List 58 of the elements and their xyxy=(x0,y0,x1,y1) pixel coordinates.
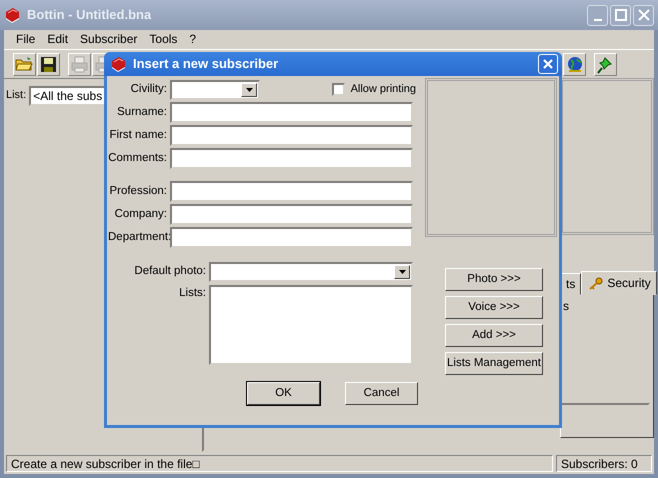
toolbar-button[interactable] xyxy=(563,52,586,76)
minimize-icon xyxy=(594,18,602,20)
dialog-button[interactable]: Photo >>> xyxy=(445,268,543,291)
text-field[interactable] xyxy=(170,102,413,123)
book-icon xyxy=(4,6,21,24)
text-field[interactable] xyxy=(170,227,413,248)
pushpin-icon xyxy=(596,54,615,74)
field-label: Civility: xyxy=(130,82,168,96)
field-label: List: xyxy=(6,89,26,103)
maximize-icon xyxy=(612,7,628,23)
field-label: Lists: xyxy=(178,286,207,301)
dialog-button[interactable]: Add >>> xyxy=(445,324,543,347)
menu-item[interactable]: Edit xyxy=(41,32,74,47)
ok-button[interactable]: OK xyxy=(247,382,320,405)
menu-item[interactable]: Tools xyxy=(143,32,184,47)
text-field[interactable] xyxy=(170,204,413,225)
caret-icon xyxy=(246,88,252,92)
menu-item[interactable]: Subscriber xyxy=(74,32,144,47)
panel-text: s xyxy=(563,299,569,314)
close-button[interactable] xyxy=(633,4,654,26)
book-icon xyxy=(110,55,127,73)
dialog-title: Insert a new subscriber xyxy=(133,56,280,72)
dialog-button[interactable]: Voice >>> xyxy=(445,296,543,319)
subscriber-count: Subscribers: 0 xyxy=(556,455,652,472)
field-label: Department: xyxy=(108,230,170,244)
tab[interactable]: Security xyxy=(581,271,657,296)
close-icon xyxy=(636,7,652,23)
globe-icon xyxy=(565,54,584,74)
civility-dropdown[interactable] xyxy=(170,80,260,100)
toolbar-button[interactable] xyxy=(37,52,60,76)
key-icon xyxy=(587,276,604,290)
status-message: Create a new subscriber in the file□ xyxy=(6,455,553,472)
close-icon xyxy=(542,58,554,70)
field-label: Surname: xyxy=(116,106,168,120)
lists-box[interactable] xyxy=(209,285,413,365)
dialog-button[interactable]: Lists Management xyxy=(445,352,543,375)
toolbar-button[interactable] xyxy=(594,52,617,76)
window-title: Bottin - Untitled.bna xyxy=(27,7,152,23)
folder-icon xyxy=(15,54,34,74)
caret-icon xyxy=(398,270,406,274)
maximize-button[interactable] xyxy=(610,4,631,26)
minimize-button[interactable] xyxy=(587,4,608,26)
field-label: Company: xyxy=(114,208,168,222)
text-field[interactable] xyxy=(170,148,413,169)
checkbox-label: Allow printing xyxy=(350,82,416,96)
printer-icon xyxy=(70,54,89,74)
default-photo-dropdown[interactable] xyxy=(209,262,413,282)
menu-item[interactable]: File xyxy=(10,32,42,47)
allow-printing-checkbox[interactable] xyxy=(332,83,345,96)
field-label: Comments: xyxy=(108,152,168,166)
field-label: Profession: xyxy=(108,184,168,198)
tab[interactable]: ts xyxy=(560,273,582,296)
text-field[interactable] xyxy=(170,181,413,202)
field-label: First name: xyxy=(108,128,168,142)
field-label: Default photo: xyxy=(133,264,207,278)
text-field[interactable] xyxy=(170,125,413,146)
cancel-button[interactable]: Cancel xyxy=(345,382,418,405)
menu-item[interactable]: ? xyxy=(183,32,202,47)
